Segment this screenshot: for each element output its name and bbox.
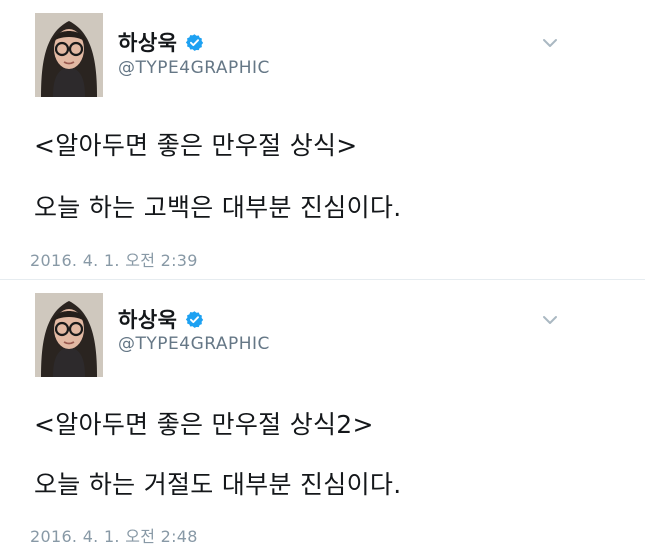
chevron-down-icon[interactable]: [540, 36, 560, 50]
user-handle[interactable]: @TYPE4GRAPHIC: [118, 334, 270, 354]
user-handle[interactable]: @TYPE4GRAPHIC: [118, 58, 270, 78]
tweet-timestamp[interactable]: 2016. 4. 1. 오전 2:48: [30, 523, 198, 547]
tweet-card: 하상욱 @TYPE4GRAPHIC <알아두면 좋은 만우절 상식> 오늘 하는…: [0, 0, 645, 279]
tweet-text-line: <알아두면 좋은 만우절 상식2>: [34, 410, 374, 439]
avatar-photo: [35, 293, 103, 377]
verified-badge-icon: [185, 33, 204, 52]
avatar[interactable]: [35, 13, 103, 97]
display-name[interactable]: 하상욱: [118, 27, 177, 57]
display-name[interactable]: 하상욱: [118, 304, 177, 334]
avatar-photo: [35, 13, 103, 97]
tweet-text-line: 오늘 하는 고백은 대부분 진심이다.: [34, 193, 402, 222]
tweet-text-line: <알아두면 좋은 만우절 상식>: [34, 131, 358, 160]
avatar[interactable]: [35, 293, 103, 377]
author-row[interactable]: 하상욱: [118, 28, 204, 56]
tweet-timestamp[interactable]: 2016. 4. 1. 오전 2:39: [30, 247, 198, 271]
verified-badge-icon: [185, 310, 204, 329]
tweet-card: 하상욱 @TYPE4GRAPHIC <알아두면 좋은 만우절 상식2> 오늘 하…: [0, 279, 645, 558]
author-row[interactable]: 하상욱: [118, 305, 204, 333]
tweet-text-line: 오늘 하는 거절도 대부분 진심이다.: [34, 470, 402, 499]
chevron-down-icon[interactable]: [540, 313, 560, 327]
